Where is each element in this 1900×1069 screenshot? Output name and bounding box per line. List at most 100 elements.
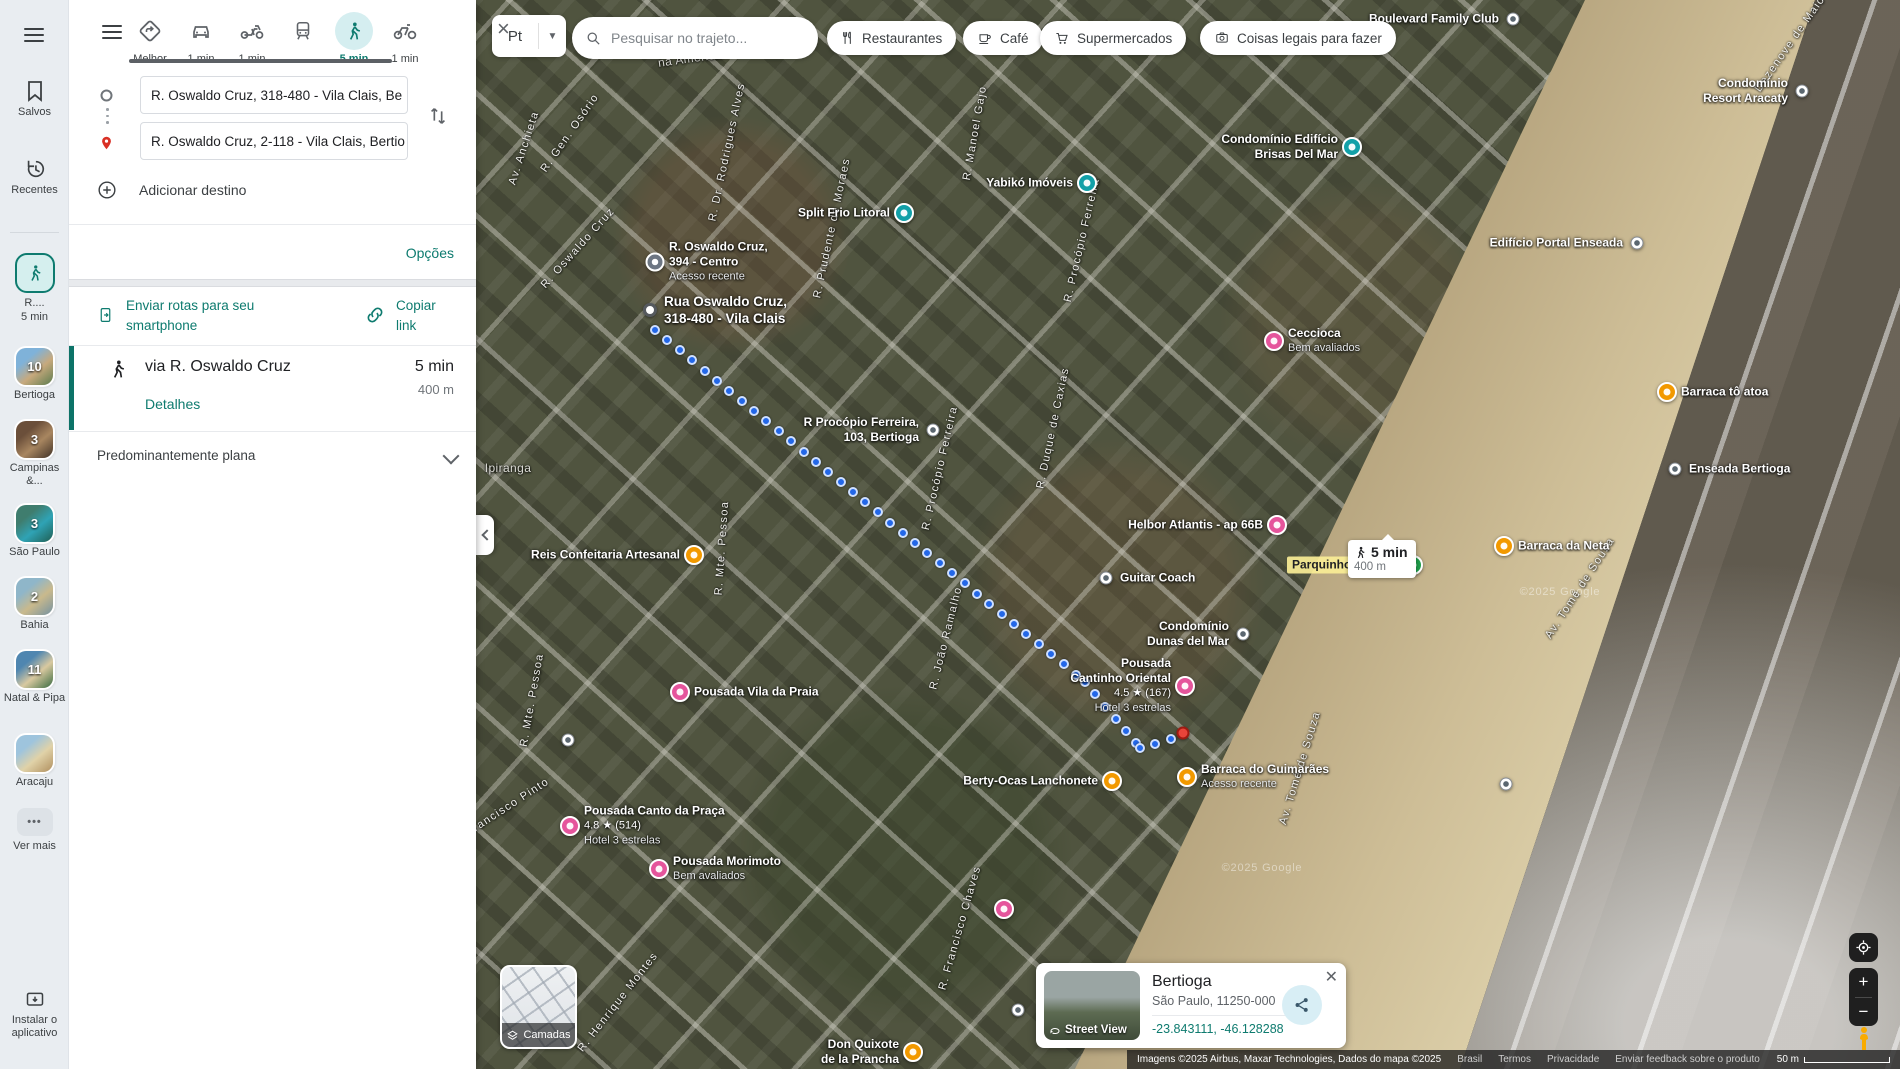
my-location-button[interactable]: [1849, 933, 1878, 962]
rail-collection-bahia[interactable]: 2 Bahia: [0, 578, 69, 632]
rail-collection-bertioga[interactable]: 10 Bertioga: [0, 348, 69, 402]
route-dot: [972, 589, 982, 599]
poi-marker-icon[interactable]: [1077, 173, 1097, 193]
poi-label: Condomínio Edifício Brisas Del Mar: [1221, 132, 1338, 162]
poi-marker-icon[interactable]: [927, 424, 940, 437]
poi-marker-icon[interactable]: [649, 859, 669, 879]
search-bar[interactable]: [572, 17, 818, 59]
poi-marker-icon[interactable]: [1267, 515, 1287, 535]
poi-marker-icon[interactable]: [1100, 572, 1113, 585]
chevron-down-icon[interactable]: ▼: [539, 31, 566, 42]
copy-link-button[interactable]: Copiar link: [364, 296, 436, 336]
poi-marker-icon[interactable]: [1657, 382, 1677, 402]
zoom-out-button[interactable]: −: [1849, 998, 1878, 1027]
mode-tab-bike[interactable]: 1 min: [381, 12, 429, 65]
options-link[interactable]: Opções: [406, 245, 454, 261]
poi-label: Pousada Cantinho Oriental 4.5 ★ (167) Ho…: [1070, 656, 1171, 716]
poi-marker-icon[interactable]: [1264, 331, 1284, 351]
poi-marker-icon[interactable]: [1669, 463, 1682, 476]
poi-marker-icon[interactable]: [1494, 536, 1514, 556]
close-directions-button[interactable]: ×: [497, 18, 510, 40]
poi-marker-icon[interactable]: [1012, 1004, 1025, 1017]
send-to-phone-button[interactable]: Enviar rotas para seu smartphone: [97, 296, 296, 336]
poi-marker-icon[interactable]: [684, 545, 704, 565]
attrib-link-terms[interactable]: Termos: [1498, 1054, 1531, 1065]
route-dot: [848, 487, 858, 497]
collection-badge: 11: [28, 662, 42, 677]
share-icon: [1293, 996, 1311, 1014]
close-card-button[interactable]: ✕: [1325, 967, 1338, 987]
poi-marker-icon[interactable]: [1342, 137, 1362, 157]
zoom-in-button[interactable]: +: [1849, 968, 1878, 997]
menu-icon[interactable]: [24, 28, 44, 42]
walking-icon: [108, 358, 128, 380]
poi-marker-icon[interactable]: [903, 1042, 923, 1062]
tabs-scrollbar[interactable]: [129, 59, 392, 63]
poi-marker-icon[interactable]: [646, 253, 665, 272]
rail-collection-sao-paulo[interactable]: 3 São Paulo: [0, 505, 69, 559]
poi-marker-icon[interactable]: [1177, 767, 1197, 787]
destination-input[interactable]: R. Oswaldo Cruz, 2-118 - Vila Clais, Ber…: [140, 122, 408, 160]
waypoint-dots: [106, 108, 109, 124]
street-view-thumbnail[interactable]: Street View: [1044, 971, 1140, 1040]
rail-collection-aracaju[interactable]: Aracaju: [0, 735, 69, 789]
mode-tab-transit[interactable]: [279, 12, 327, 53]
route-tooltip[interactable]: 5 min 400 m: [1348, 540, 1416, 578]
street-label: ©2025 Google: [1520, 586, 1601, 598]
restaurant-icon: [841, 30, 855, 46]
origin-input[interactable]: R. Oswaldo Cruz, 318-480 - Vila Clais, B…: [140, 76, 408, 114]
rail-collection-natal-pipa[interactable]: 11 Natal & Pipa: [0, 651, 69, 705]
attrib-link-brasil[interactable]: Brasil: [1457, 1054, 1482, 1065]
collapse-panel-button[interactable]: [476, 515, 494, 555]
attrib-link-feedback[interactable]: Enviar feedback sobre o produto: [1615, 1054, 1760, 1065]
poi-marker-icon[interactable]: [1102, 771, 1122, 791]
poi-marker-icon[interactable]: [1631, 237, 1644, 250]
poi-marker-icon[interactable]: [670, 682, 690, 702]
share-button[interactable]: [1282, 985, 1322, 1025]
layers-button[interactable]: Camadas: [500, 965, 577, 1049]
poi-marker-icon[interactable]: [1796, 85, 1809, 98]
poi-marker-icon[interactable]: [1177, 727, 1190, 740]
route-details-link[interactable]: Detalhes: [145, 396, 200, 412]
mode-tab-car[interactable]: 1 min: [177, 12, 225, 65]
chip-things-to-do[interactable]: Coisas legais para fazer: [1200, 21, 1396, 55]
panel-menu-icon[interactable]: [102, 25, 122, 39]
attrib-link-privacy[interactable]: Privacidade: [1547, 1054, 1599, 1065]
poi-marker-icon[interactable]: [1237, 628, 1250, 641]
poi-marker-icon[interactable]: [1507, 13, 1520, 26]
poi-marker-icon[interactable]: [560, 816, 580, 836]
search-input[interactable]: [611, 30, 804, 46]
terrain-row[interactable]: Predominantemente plana: [97, 448, 457, 463]
swap-route-icon[interactable]: [427, 103, 449, 129]
poi-marker-icon[interactable]: [994, 899, 1014, 919]
poi-label: Pousada Morimoto Bem avaliados: [673, 854, 781, 884]
poi-marker-icon[interactable]: [1175, 676, 1195, 696]
poi-marker-icon[interactable]: [643, 303, 657, 317]
place-coordinates[interactable]: -23.843111, -46.128288: [1152, 1022, 1302, 1036]
add-destination-button[interactable]: Adicionar destino: [97, 180, 246, 200]
map-canvas[interactable]: na AmericanasIpirangaAv. AnchietaR. Gen.…: [476, 0, 1900, 1069]
poi-marker-icon[interactable]: [1500, 778, 1513, 791]
route-card[interactable]: via R. Oswaldo Cruz 5 min 400 m Detalhes: [69, 346, 476, 430]
route-dot: [811, 457, 821, 467]
sidebar-item-recents[interactable]: Recentes: [0, 158, 69, 197]
chip-restaurants[interactable]: Restaurantes: [827, 21, 956, 55]
mode-tab-best[interactable]: Melhor: [126, 12, 174, 65]
poi-label: Barraca da Neta: [1518, 539, 1609, 554]
install-app-button[interactable]: Instalar o aplicativo: [0, 990, 69, 1040]
sidebar-item-saved[interactable]: Salvos: [0, 80, 69, 119]
rail-collection-campinas[interactable]: 3 Campinas &...: [0, 421, 69, 488]
rail-see-more[interactable]: ••• Ver mais: [0, 808, 69, 853]
chip-supermarkets[interactable]: Supermercados: [1040, 21, 1186, 55]
rail-route-shortcut[interactable]: R.... 5 min: [0, 253, 69, 324]
chip-cafe[interactable]: Café: [963, 21, 1043, 55]
collection-thumbnail: 2: [16, 578, 53, 615]
sidebar-item-label: Salvos: [18, 106, 51, 119]
pegman-icon[interactable]: [1856, 1026, 1872, 1052]
poi-marker-icon[interactable]: [894, 203, 914, 223]
street-label: Ipiranga: [485, 461, 532, 475]
poi-marker-icon[interactable]: [562, 734, 575, 747]
poi-label: Berty-Ocas Lanchonete: [963, 774, 1098, 789]
mode-tab-motorcycle[interactable]: 1 min: [228, 12, 276, 65]
mode-tab-walk-selected[interactable]: 5 min: [330, 12, 378, 65]
